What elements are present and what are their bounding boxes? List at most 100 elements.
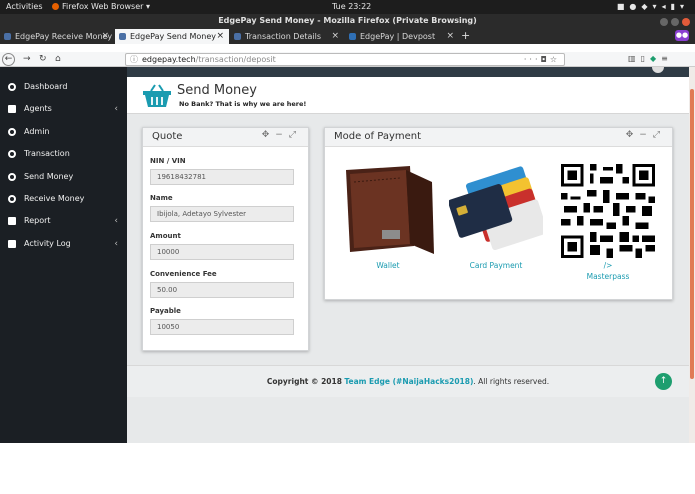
sidebar-item-label: Transaction [24, 149, 70, 158]
collapse-icon[interactable]: − [639, 130, 653, 140]
new-tab-button[interactable]: + [461, 28, 470, 43]
sidebar-item-send-money[interactable]: Send Money [0, 167, 127, 187]
cards-image[interactable] [449, 166, 543, 256]
sidebar-item-transaction[interactable]: Transaction [0, 144, 127, 164]
tab-devpost[interactable]: EdgePay | Devpost × [345, 29, 459, 44]
sidebar-item-receive-money[interactable]: Receive Money [0, 189, 127, 209]
maximize-icon[interactable] [671, 18, 679, 26]
hamburger-menu-icon[interactable]: ≡ [661, 54, 673, 63]
close-window-icon[interactable] [682, 18, 690, 26]
tab-close-icon[interactable]: × [101, 29, 109, 44]
page-scrollbar[interactable] [689, 67, 695, 443]
pocket-icon[interactable]: ◘ [541, 55, 550, 64]
name-field[interactable]: Ibijola, Adetayo Sylvester [150, 206, 294, 222]
page-subtitle: No Bank? That is why we are here! [179, 100, 307, 108]
reload-button[interactable]: ↻ [39, 54, 47, 64]
tab-close-icon[interactable]: × [331, 29, 339, 44]
list-icon [8, 240, 16, 248]
system-tray[interactable]: ■●◆▾◂▮▾ [617, 2, 689, 11]
skype-icon: ● [629, 2, 642, 11]
browser-viewport: ← → ↻ ⌂ ⓘ edgepay.tech/transaction/depos… [0, 52, 695, 443]
payable-field[interactable]: 10050 [150, 319, 294, 335]
tab-label: Transaction Details [245, 32, 322, 41]
qr-code-image[interactable] [561, 164, 655, 258]
avatar[interactable] [652, 67, 664, 73]
info-icon[interactable]: ⓘ [130, 54, 138, 65]
move-icon[interactable]: ✥ [262, 130, 276, 140]
home-button[interactable]: ⌂ [55, 54, 61, 64]
sidebar-item-activity-log[interactable]: Activity Log ‹ [0, 234, 127, 254]
sidebar-toggle-icon[interactable]: ▯ [641, 54, 650, 63]
page-title: Send Money [177, 83, 257, 98]
chevron-left-icon: ‹ [114, 104, 118, 114]
tab-close-icon[interactable]: × [216, 29, 224, 44]
url-host: edgepay.tech [142, 55, 196, 64]
tab-label: EdgePay Receive Money [15, 32, 113, 41]
web-page: Dashboard Agents ‹ Admin Transaction Sen… [0, 67, 695, 443]
nin-field[interactable]: 19618432781 [150, 169, 294, 185]
app-menu-button[interactable]: Firefox Web Browser ▾ [52, 2, 150, 11]
collapse-icon[interactable]: − [275, 130, 289, 140]
toolbar-right: ▥▯◆≡ [628, 54, 673, 63]
forward-button[interactable]: → [23, 54, 31, 64]
sidebar-item-label: Send Money [24, 172, 74, 181]
nin-label: NIN / VIN [150, 157, 186, 165]
basket-icon [143, 84, 171, 107]
expand-icon[interactable]: ⤢ [653, 130, 666, 140]
minimize-icon[interactable] [660, 18, 668, 26]
scroll-to-top-button[interactable]: ↑ [655, 373, 672, 390]
camera-icon: ■ [616, 2, 630, 11]
bookmark-star-icon[interactable]: ☆ [550, 55, 560, 64]
tab-label: EdgePay Send Money [130, 32, 216, 41]
tab-close-icon[interactable]: × [446, 29, 454, 44]
devpost-favicon-icon [349, 33, 356, 40]
panel-tools: ✥−⤢ [626, 130, 666, 140]
masterpass-code-label[interactable]: /> [561, 261, 655, 270]
expand-icon[interactable]: ⤢ [289, 130, 302, 140]
convenience-fee-field[interactable]: 50.00 [150, 282, 294, 298]
sidebar-item-report[interactable]: Report ‹ [0, 211, 127, 231]
edgepay-favicon-icon [119, 33, 126, 40]
firefox-icon [52, 3, 59, 10]
footer-rights: . All rights reserved. [473, 377, 550, 386]
wallet-option-label[interactable]: Wallet [340, 261, 436, 270]
tab-transaction-details[interactable]: Transaction Details × [230, 29, 344, 44]
footer-team-link[interactable]: Team Edge (#NaijaHacks2018) [344, 377, 473, 386]
card-payment-option-label[interactable]: Card Payment [449, 261, 543, 270]
extension-icon[interactable]: ◆ [650, 54, 661, 63]
masterpass-option-label[interactable]: Masterpass [561, 272, 655, 281]
url-bar[interactable]: ⓘ edgepay.tech/transaction/deposit ···◘☆ [125, 53, 565, 66]
chevron-left-icon: ‹ [114, 239, 118, 249]
file-icon [8, 217, 16, 225]
activities-button[interactable]: Activities [6, 2, 43, 11]
move-icon[interactable]: ✥ [626, 130, 640, 140]
page-header: Send Money No Bank? That is why we are h… [127, 77, 689, 114]
sidebar: Dashboard Agents ‹ Admin Transaction Sen… [0, 67, 127, 443]
clock[interactable]: Tue 23:22 [332, 2, 371, 11]
back-button[interactable]: ← [2, 53, 15, 66]
quote-panel-header: Quote ✥−⤢ [143, 128, 308, 147]
tab-bar: EdgePay Receive Money × EdgePay Send Mon… [0, 28, 695, 44]
wallet-image[interactable] [340, 162, 436, 258]
url-actions: ···◘☆ [524, 54, 560, 65]
user-icon [8, 128, 16, 136]
chevron-left-icon: ‹ [114, 216, 118, 226]
dropbox-icon: ◆ [641, 2, 653, 11]
private-browsing-icon: ●● [675, 30, 689, 41]
page-actions-icon[interactable]: ··· [524, 55, 541, 64]
sidebar-item-agents[interactable]: Agents ‹ [0, 99, 127, 119]
library-icon[interactable]: ▥ [628, 54, 641, 63]
scrollbar-thumb[interactable] [690, 89, 694, 379]
name-label: Name [150, 194, 173, 202]
tab-send-money[interactable]: EdgePay Send Money × [115, 29, 229, 44]
sidebar-item-admin[interactable]: Admin [0, 122, 127, 142]
panel-tools: ✥−⤢ [262, 130, 302, 140]
volume-icon: ◂ [661, 2, 671, 11]
top-navbar [127, 67, 689, 77]
amount-field[interactable]: 10000 [150, 244, 294, 260]
sidebar-item-dashboard[interactable]: Dashboard [0, 77, 127, 97]
quote-panel-title: Quote [152, 131, 183, 142]
battery-icon: ▮ [670, 2, 680, 11]
tab-receive-money[interactable]: EdgePay Receive Money × [0, 29, 114, 44]
wifi-icon: ▾ [652, 2, 662, 11]
